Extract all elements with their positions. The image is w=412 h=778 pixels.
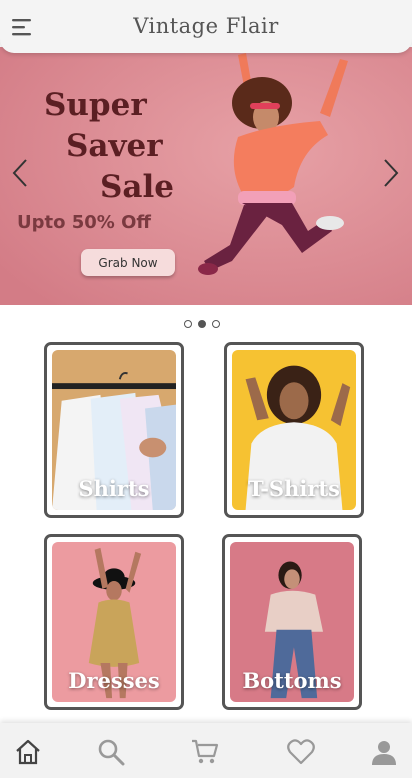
banner-title-line: Sale [100,169,174,205]
search-icon[interactable] [97,738,125,766]
category-label: Shirts [78,476,150,501]
app-title: Vintage Flair [133,14,279,38]
category-label: Dresses [68,668,160,693]
carousel-dot[interactable] [184,320,192,328]
home-icon[interactable] [14,738,42,766]
carousel-indicator [184,320,220,328]
banner-subtitle: Upto 50% Off [17,212,151,233]
cart-icon[interactable] [191,738,219,766]
promo-banner[interactable]: Super Saver Sale Upto 50% Off Grab Now [0,47,412,305]
profile-icon[interactable] [370,738,398,766]
heart-icon[interactable] [287,738,315,766]
category-card-tshirts[interactable]: T-Shirts [224,342,364,518]
banner-title-line: Saver [66,128,163,164]
category-card-dresses[interactable]: Dresses [44,534,184,710]
carousel-dot[interactable] [212,320,220,328]
category-card-bottoms[interactable]: Bottoms [222,534,362,710]
category-label: Bottoms [242,668,342,693]
category-card-shirts[interactable]: Shirts [44,342,184,518]
grab-now-button[interactable]: Grab Now [81,249,175,276]
chevron-left-icon[interactable] [10,157,30,189]
bottom-nav [0,723,412,778]
chevron-right-icon[interactable] [381,157,401,189]
carousel-dot-active[interactable] [198,320,206,328]
app-header: Vintage Flair [0,0,412,53]
category-label: T-Shirts [248,476,340,501]
banner-title: Super Saver Sale [44,85,244,208]
banner-title-line: Super [44,87,147,123]
